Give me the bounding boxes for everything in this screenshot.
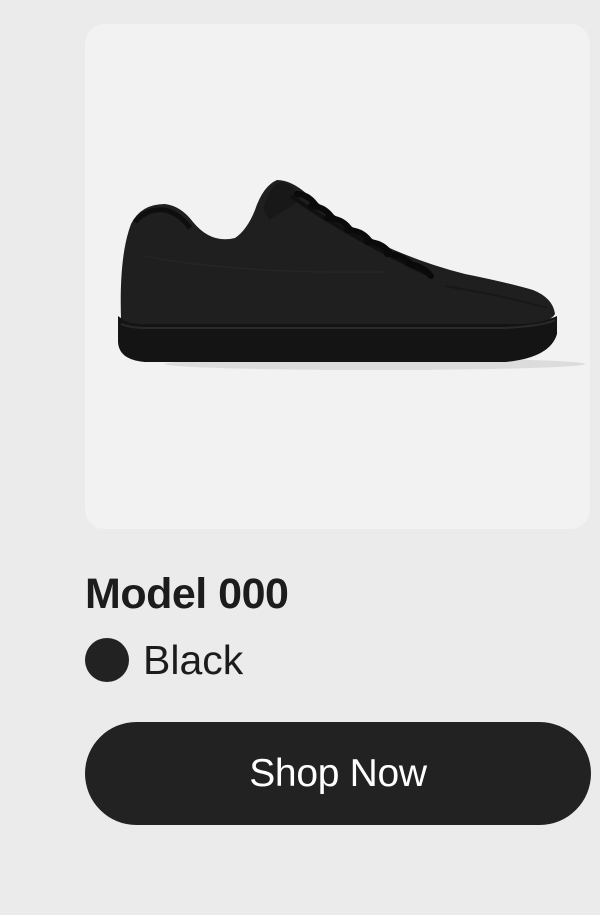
color-option[interactable]: Black bbox=[85, 636, 243, 684]
product-card: Model 000 Black Shop Now bbox=[0, 0, 600, 915]
sneaker-image bbox=[118, 180, 585, 370]
shop-now-button[interactable]: Shop Now bbox=[85, 722, 591, 825]
color-swatch[interactable] bbox=[85, 638, 129, 682]
product-image-container[interactable] bbox=[85, 24, 590, 529]
product-name: Model 000 bbox=[85, 570, 289, 618]
color-label: Black bbox=[143, 637, 244, 683]
